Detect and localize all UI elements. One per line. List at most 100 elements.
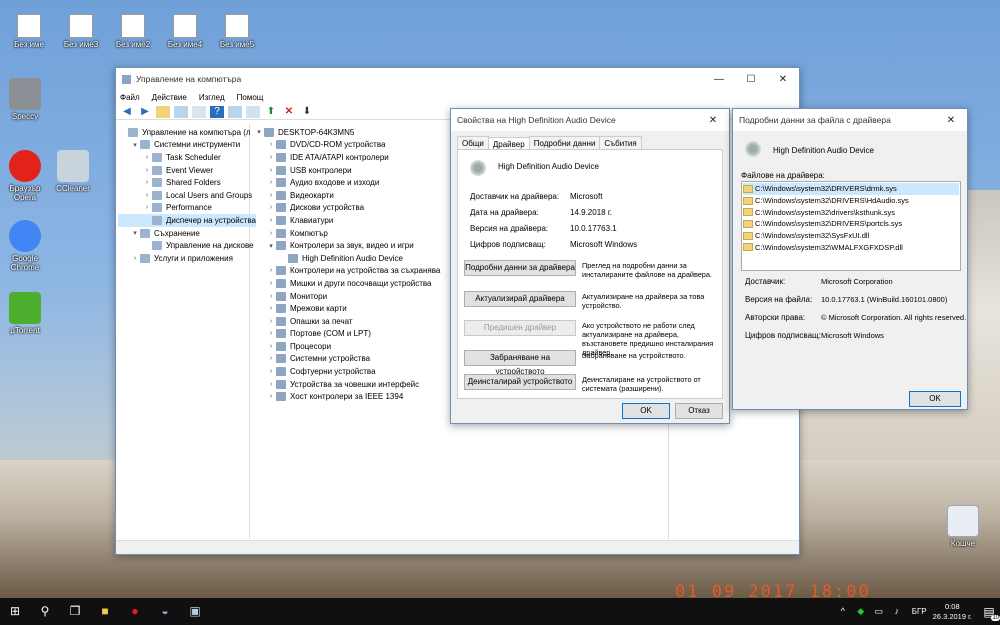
tree-item[interactable]: › Мрежови карти [254, 302, 440, 315]
tree-item[interactable]: › Портове (COM и LPT) [254, 328, 440, 341]
driver-file-row[interactable]: C:\Windows\system32\drivers\ksthunk.sys [743, 206, 959, 218]
opera-icon[interactable]: ● [120, 598, 150, 625]
maximize-button[interactable]: ☐ [735, 74, 767, 85]
language-indicator[interactable]: БГР [912, 607, 927, 616]
expand-arrow-icon[interactable]: › [142, 179, 152, 186]
details-ok-button[interactable]: OK [909, 391, 961, 407]
tree-item[interactable]: › Local Users and Groups [118, 189, 256, 202]
desktop-file-icon[interactable]: Без име2 [108, 14, 158, 49]
tree-item[interactable]: › Мишки и други посочващи устройства [254, 277, 440, 290]
expand-arrow-icon[interactable]: › [266, 167, 276, 174]
download-icon[interactable]: ⬇ [300, 106, 314, 118]
tree-item[interactable]: › USB контролери [254, 164, 440, 177]
expand-arrow-icon[interactable]: › [266, 393, 276, 400]
tree-item[interactable]: › Процесори [254, 340, 440, 353]
expand-arrow-icon[interactable]: › [266, 192, 276, 199]
tree-item[interactable]: ▾ Съхранение [118, 227, 256, 240]
props-tab[interactable]: Подробни данни [528, 136, 601, 150]
tree-item[interactable]: › DVD/CD-ROM устройства [254, 139, 440, 152]
expand-arrow-icon[interactable]: › [266, 330, 276, 337]
file-explorer-icon[interactable]: ■ [90, 598, 120, 625]
expand-arrow-icon[interactable]: › [142, 154, 152, 161]
menu-item[interactable]: Изглед [199, 93, 225, 102]
driver-action-button[interactable]: Забраняване на устройството [464, 350, 576, 376]
props-tab[interactable]: Събития [599, 136, 642, 150]
folder-up-icon[interactable] [156, 105, 170, 118]
tree-item[interactable]: › Хост контролери за IEEE 1394 [254, 390, 440, 403]
props-ok-button[interactable]: OK [622, 403, 670, 419]
menu-item[interactable]: Действие [152, 93, 187, 102]
expand-arrow-icon[interactable]: › [266, 230, 276, 237]
close-button[interactable]: ✕ [767, 74, 799, 85]
tree-item[interactable]: › Shared Folders [118, 176, 256, 189]
ccleaner-taskbar-icon[interactable]: ◒ [150, 598, 180, 625]
driver-file-row[interactable]: C:\Windows\system32\SysFxUI.dll [743, 230, 959, 242]
desktop-app-shortcut[interactable]: Speccy [0, 78, 50, 121]
tree-item[interactable]: › Софтуерни устройства [254, 365, 440, 378]
desktop-app-shortcut[interactable]: Google Chrome [0, 220, 50, 272]
recycle-bin[interactable]: Кошче [938, 505, 988, 548]
expand-arrow-icon[interactable]: ▾ [130, 141, 140, 149]
menu-item[interactable]: Файл [120, 93, 140, 102]
expand-arrow-icon[interactable]: › [142, 192, 152, 199]
expand-arrow-icon[interactable]: › [266, 305, 276, 312]
expand-arrow-icon[interactable]: › [266, 204, 276, 211]
computer-management-taskbar-icon[interactable]: ▣ [180, 598, 210, 625]
expand-arrow-icon[interactable]: ▾ [130, 229, 140, 237]
driver-file-row[interactable]: C:\Windows\system32\WMALFXGFXDSP.dll [743, 241, 959, 253]
driver-action-button[interactable]: Подробни данни за драйвера [464, 260, 576, 276]
tree-item[interactable]: › Клавиатури [254, 214, 440, 227]
expand-arrow-icon[interactable]: › [266, 381, 276, 388]
props-close-button[interactable]: ✕ [697, 115, 729, 126]
expand-arrow-icon[interactable]: › [142, 167, 152, 174]
network-icon[interactable]: ▭ [870, 598, 888, 625]
tree-item[interactable]: ▾ Системни инструменти [118, 139, 256, 152]
tree-item[interactable]: › Устройства за човешки интерфейс [254, 378, 440, 391]
desktop-app-shortcut[interactable]: Браузър Opera [0, 150, 50, 202]
desktop-app-shortcut[interactable]: CCleaner [48, 150, 98, 193]
driver-file-row[interactable]: C:\Windows\system32\DRIVERS\portcls.sys [743, 218, 959, 230]
props-tab[interactable]: Общи [457, 136, 489, 150]
expand-arrow-icon[interactable]: › [266, 141, 276, 148]
tree-item[interactable]: › Аудио входове и изходи [254, 176, 440, 189]
scan-hardware-icon[interactable] [246, 105, 260, 118]
desktop-file-icon[interactable]: Без име4 [160, 14, 210, 49]
tree-item[interactable]: › Task Scheduler [118, 151, 256, 164]
show-action-pane-icon[interactable] [228, 105, 242, 118]
desktop-app-shortcut[interactable]: µTorrent [0, 292, 50, 335]
expand-arrow-icon[interactable]: › [266, 154, 276, 161]
expand-arrow-icon[interactable]: ▾ [254, 128, 264, 136]
tree-item[interactable]: Управление на компютъра (л [118, 126, 256, 139]
action-center-button[interactable]: ▤ 10 [978, 605, 1000, 621]
details-close-button[interactable]: ✕ [935, 115, 967, 126]
tree-item[interactable]: › Услуги и приложения [118, 252, 256, 265]
expand-arrow-icon[interactable]: ▾ [266, 242, 276, 250]
expand-arrow-icon[interactable]: › [266, 217, 276, 224]
expand-arrow-icon[interactable]: › [266, 318, 276, 325]
clock[interactable]: 0:08 26.3.2019 г. [933, 602, 972, 622]
search-icon[interactable]: ⚲ [30, 598, 60, 625]
tree-item[interactable]: ▾ Контролери за звук, видео и игри [254, 239, 440, 252]
expand-arrow-icon[interactable]: › [266, 293, 276, 300]
tree-item[interactable]: › Опашки за печат [254, 315, 440, 328]
desktop-file-icon[interactable]: Без име5 [212, 14, 262, 49]
tree-item[interactable]: ▾ DESKTOP-64K3MN5 [254, 126, 440, 139]
tree-item[interactable]: High Definition Audio Device [254, 252, 440, 265]
expand-arrow-icon[interactable]: › [266, 280, 276, 287]
minimize-button[interactable]: — [703, 74, 735, 85]
tree-item[interactable]: › Компютър [254, 227, 440, 240]
help-icon[interactable]: ? [210, 105, 224, 118]
driver-action-button[interactable]: Актуализирай драйвера [464, 291, 576, 307]
expand-arrow-icon[interactable]: › [266, 355, 276, 362]
tree-item[interactable]: › IDE ATA/ATAPI контролери [254, 151, 440, 164]
tree-item[interactable]: › Монитори [254, 290, 440, 303]
desktop-file-icon[interactable]: Без име3 [56, 14, 106, 49]
utorrent-tray-icon[interactable]: ◆ [852, 598, 870, 625]
start-button[interactable]: ⊞ [0, 598, 30, 625]
task-view-icon[interactable]: ❐ [60, 598, 90, 625]
tree-item[interactable]: › Контролери на устройства за съхранява [254, 265, 440, 278]
expand-arrow-icon[interactable]: › [266, 179, 276, 186]
driver-file-row[interactable]: C:\Windows\system32\DRIVERS\drmk.sys [743, 183, 959, 195]
tray-icon-1[interactable]: ^ [834, 598, 852, 625]
tree-item[interactable]: › Event Viewer [118, 164, 256, 177]
